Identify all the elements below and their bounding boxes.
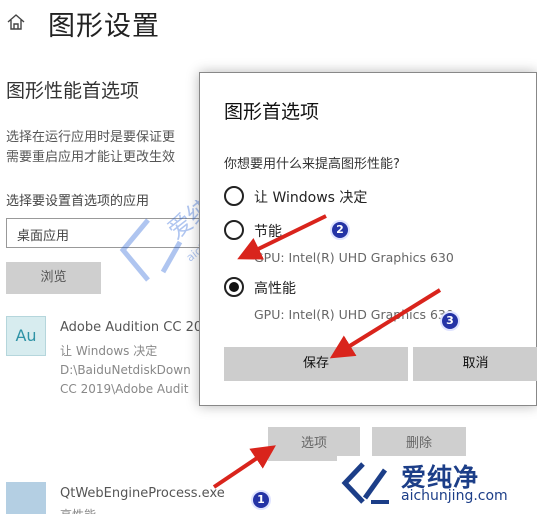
gpu-info: GPU: Intel(R) UHD Graphics 630 [254, 307, 454, 322]
step-badge: 2 [330, 220, 350, 240]
radio-label[interactable]: 让 Windows 决定 [254, 187, 367, 207]
dialog-question: 你想要用什么来提高图形性能? [224, 157, 400, 172]
radio-power-saving[interactable] [224, 220, 244, 240]
radio-label[interactable]: 高性能 [254, 278, 296, 298]
radio-high-performance[interactable] [224, 277, 244, 297]
app-preference: 高性能 [60, 506, 96, 514]
description-text: 需要重启应用才能让更改生效 [6, 150, 176, 165]
logo-url: aichunjing.com [401, 488, 508, 504]
page-title: 图形设置 [48, 11, 160, 42]
qtwebengine-app-icon [6, 482, 46, 514]
browse-button[interactable]: 浏览 [6, 262, 101, 294]
app-path: CC 2019\Adobe Audit [60, 382, 189, 396]
app-path: D:\BaiduNetdiskDown [60, 363, 191, 377]
save-button[interactable]: 保存 [224, 347, 408, 381]
app-preference: 让 Windows 决定 [60, 344, 158, 358]
app-name[interactable]: QtWebEngineProcess.exe [60, 486, 225, 501]
site-logo: 爱纯净 aichunjing.com [337, 456, 537, 514]
choose-app-label: 选择要设置首选项的应用 [6, 194, 150, 209]
adobe-audition-icon: Au [6, 316, 46, 356]
logo-mark-icon [341, 462, 389, 504]
dialog-title: 图形首选项 [224, 101, 320, 123]
description-text: 选择在运行应用时是要保证更 [6, 130, 176, 145]
gpu-info: GPU: Intel(R) UHD Graphics 630 [254, 250, 454, 265]
step-badge: 3 [440, 311, 460, 331]
home-icon[interactable] [6, 12, 26, 32]
app-type-select[interactable]: 桌面应用 [6, 218, 206, 248]
app-name[interactable]: Adobe Audition CC 20 [60, 320, 202, 335]
cancel-button[interactable]: 取消 [413, 347, 537, 381]
radio-label[interactable]: 节能 [254, 221, 282, 241]
section-title: 图形性能首选项 [6, 80, 140, 102]
radio-let-windows-decide[interactable] [224, 186, 244, 206]
step-badge: 1 [251, 490, 271, 510]
graphics-preference-dialog: 图形首选项 你想要用什么来提高图形性能? 让 Windows 决定 节能 GPU… [199, 72, 537, 406]
